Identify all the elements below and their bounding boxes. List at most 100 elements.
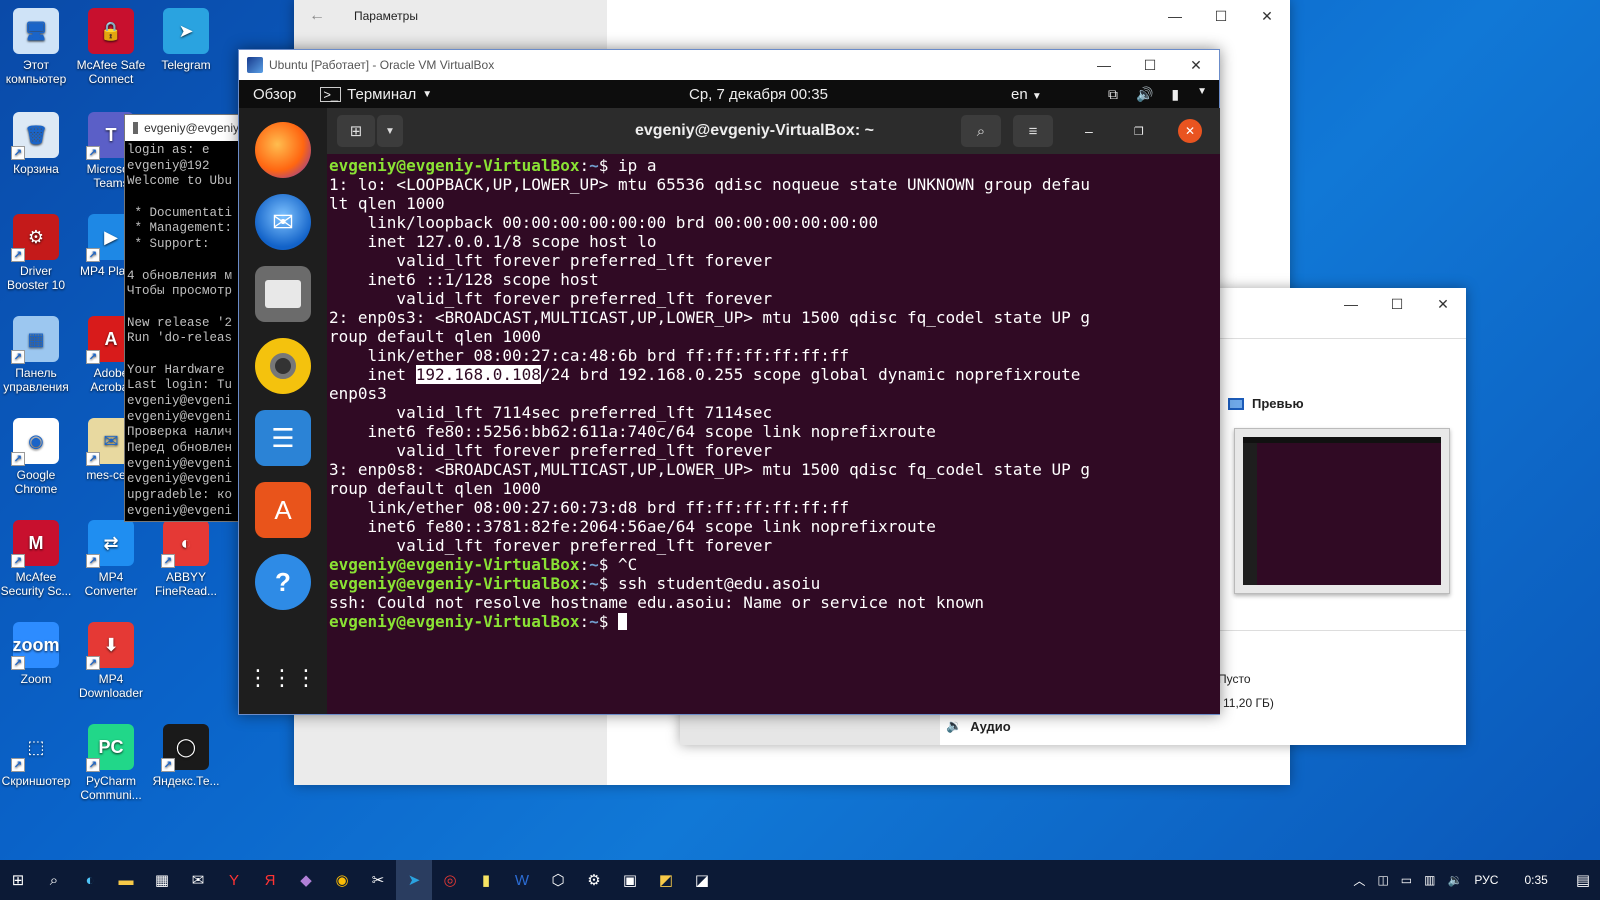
prompt-separator: : <box>579 612 590 631</box>
help-icon[interactable]: ? <box>255 554 311 610</box>
activities-button[interactable]: Обзор <box>239 86 310 103</box>
terminal-text: /24 brd 192.168.0.255 scope global dynam… <box>540 365 1081 384</box>
tool-icon[interactable]: ✂ <box>360 860 396 900</box>
control-panel-icon[interactable]: ▦ ↗ Панель управления <box>0 316 72 394</box>
yandex-icon[interactable]: Я <box>252 860 288 900</box>
prompt-symbol: $ <box>598 612 618 631</box>
telegram-taskbar-icon[interactable]: ➤ <box>396 860 432 900</box>
putty-terminal-output[interactable]: login as: e evgeniy@192 Welcome to Ubu * D… <box>125 141 243 521</box>
firefox-icon[interactable] <box>255 122 311 178</box>
mail-icon[interactable]: ✉ <box>180 860 216 900</box>
yandex-telemost-icon[interactable]: ◯ ↗ Яндекс.Те... <box>150 724 222 788</box>
putty-line: Welcome to Ubu <box>127 174 233 189</box>
desktop-icon-label: MP4 Converter <box>84 570 138 598</box>
file-explorer-icon[interactable]: ▬ <box>108 860 144 900</box>
putty-line: New release '2 <box>127 315 233 330</box>
ubuntu-software-icon[interactable]: A <box>255 482 311 538</box>
libreoffice-writer-icon[interactable]: ☰ <box>255 410 311 466</box>
back-arrow-icon[interactable]: ← <box>294 7 340 25</box>
telegram-icon[interactable]: ➤ Telegram <box>150 8 222 72</box>
this-pc-icon[interactable]: 🖥 Этот компьютер <box>0 8 72 86</box>
store-icon[interactable]: ▦ <box>144 860 180 900</box>
desktop-icon-label: ABBYY FineRead... <box>154 570 218 598</box>
driver-booster-icon[interactable]: ⚙ ↗ Driver Booster 10 <box>0 214 72 292</box>
minimize-button[interactable]: — <box>1081 49 1127 81</box>
thunderbird-icon[interactable]: ✉ <box>255 194 311 250</box>
restore-button[interactable]: ❐ <box>1134 125 1144 138</box>
recycle-bin-icon[interactable]: 🗑 ↗ Корзина <box>0 112 72 176</box>
shortcut-arrow-icon: ↗ <box>161 758 175 772</box>
mp4-converter-icon[interactable]: ⇄ ↗ MP4 Converter <box>75 520 147 598</box>
putty-taskbar-icon[interactable]: ◪ <box>684 860 720 900</box>
desktop-icon-label: Яндекс.Те... <box>152 774 220 788</box>
input-language-indicator[interactable]: en ▼ <box>1011 86 1042 103</box>
putty-line: Перед обновлен <box>127 441 233 456</box>
maximize-button[interactable]: ☐ <box>1374 288 1420 320</box>
search-button[interactable]: ⌕ <box>961 115 1001 147</box>
app-menu-terminal[interactable]: >_ Терминал ▼ <box>310 86 432 103</box>
record-icon[interactable]: ◎ <box>432 860 468 900</box>
yandex-browser-icon[interactable]: Y <box>216 860 252 900</box>
meet-now-icon[interactable]: ◫ <box>1377 873 1388 887</box>
close-button[interactable]: ✕ <box>1173 49 1219 81</box>
abbyy-finereader-icon[interactable]: ◐ ↗ ABBYY FineRead... <box>150 520 222 598</box>
shortcut-arrow-icon: ↗ <box>86 758 100 772</box>
chevron-down-icon: ▼ <box>422 88 433 100</box>
shortcut-arrow-icon: ↗ <box>11 758 25 772</box>
putty-titlebar[interactable]: evgeniy@evgeniy- <box>125 115 243 141</box>
close-button[interactable]: ✕ <box>1244 0 1290 32</box>
chevron-up-icon[interactable]: ︿ <box>1353 872 1365 889</box>
notifications-icon[interactable]: ▤ <box>1576 871 1590 889</box>
prompt-user: evgeniy@evgeniy-VirtualBox <box>329 555 580 574</box>
word-icon[interactable]: W <box>504 860 540 900</box>
maximize-button[interactable]: ☐ <box>1198 0 1244 32</box>
input-language-indicator[interactable]: РУС <box>1474 873 1498 887</box>
chrome-icon[interactable]: ◉ <box>324 860 360 900</box>
prompt-path: ~ <box>589 612 599 631</box>
start-button[interactable]: ⊞ <box>0 860 36 900</box>
rhythmbox-icon[interactable] <box>255 338 311 394</box>
files-icon[interactable] <box>255 266 311 322</box>
putty-window[interactable]: evgeniy@evgeniy- login as: e evgeniy@192 W… <box>124 114 244 522</box>
battery-icon[interactable]: ▭ <box>1401 873 1412 887</box>
desktop-icon-label: Этот компьютер <box>5 58 67 86</box>
selected-ip-address[interactable]: 192.168.0.108 <box>415 365 541 384</box>
desktop-icon-label: Google Chrome <box>14 468 58 496</box>
system-tray[interactable]: ⧉ 🔊 ▮ ▼ <box>1108 86 1207 103</box>
virtualbox-taskbar-icon[interactable]: ◩ <box>648 860 684 900</box>
show-applications-icon[interactable]: ⋮⋮⋮ <box>247 650 317 706</box>
vm-preview-thumbnail[interactable] <box>1234 428 1450 594</box>
screenshoter-icon[interactable]: ⬚ ↗ Скриншотер <box>0 724 72 788</box>
search-icon[interactable]: ⌕ <box>36 860 72 900</box>
minimize-button[interactable]: — <box>1328 288 1374 320</box>
clock[interactable]: 0:35 <box>1524 873 1547 887</box>
cube-icon[interactable]: ⬡ <box>540 860 576 900</box>
new-tab-button[interactable]: ⊞ <box>337 115 375 147</box>
clock[interactable]: Ср, 7 декабря 00:35 <box>689 86 828 103</box>
driver-booster-glyph-icon: ⚙ ↗ <box>11 214 59 262</box>
minimize-button[interactable]: — <box>1152 0 1198 32</box>
mcafee-safe-connect-icon[interactable]: 🔒 McAfee Safe Connect <box>75 8 147 86</box>
pycharm-icon[interactable]: PC ↗ PyCharm Communi... <box>75 724 147 802</box>
menu-button[interactable]: ≡ <box>1013 115 1053 147</box>
vbox-titlebar[interactable]: Ubuntu [Работает] - Oracle VM VirtualBox… <box>239 50 1219 80</box>
terminal-cursor <box>618 613 627 630</box>
edge-icon[interactable]: ◐ <box>72 860 108 900</box>
volume-icon[interactable]: 🔉 <box>1447 873 1462 887</box>
terminal-window[interactable]: ⊞ ▼ evgeniy@evgeniy-VirtualBox: ~ ⌕ ≡ – … <box>327 108 1220 714</box>
close-button[interactable]: ✕ <box>1420 288 1466 320</box>
close-button[interactable]: ✕ <box>1178 119 1202 143</box>
mp4-downloader-icon[interactable]: ⬇ ↗ MP4 Downloader <box>75 622 147 700</box>
terminal-output[interactable]: evgeniy@evgeniy-VirtualBox:~$ ip a 1: lo:… <box>327 154 1220 631</box>
maximize-button[interactable]: ☐ <box>1127 49 1173 81</box>
control-panel-taskbar-icon[interactable]: ▣ <box>612 860 648 900</box>
network-icon[interactable]: ▥ <box>1424 873 1435 887</box>
visual-studio-icon[interactable]: ◆ <box>288 860 324 900</box>
minimize-button[interactable]: – <box>1085 123 1093 139</box>
mcafee-security-scan-icon[interactable]: M ↗ McAfee Security Sc... <box>0 520 72 598</box>
chevron-down-icon[interactable]: ▼ <box>377 115 403 147</box>
google-chrome-icon[interactable]: ◉ ↗ Google Chrome <box>0 418 72 496</box>
settings-gear-icon[interactable]: ⚙ <box>576 860 612 900</box>
notes-icon[interactable]: ▮ <box>468 860 504 900</box>
zoom-icon[interactable]: zoom ↗ Zoom <box>0 622 72 686</box>
